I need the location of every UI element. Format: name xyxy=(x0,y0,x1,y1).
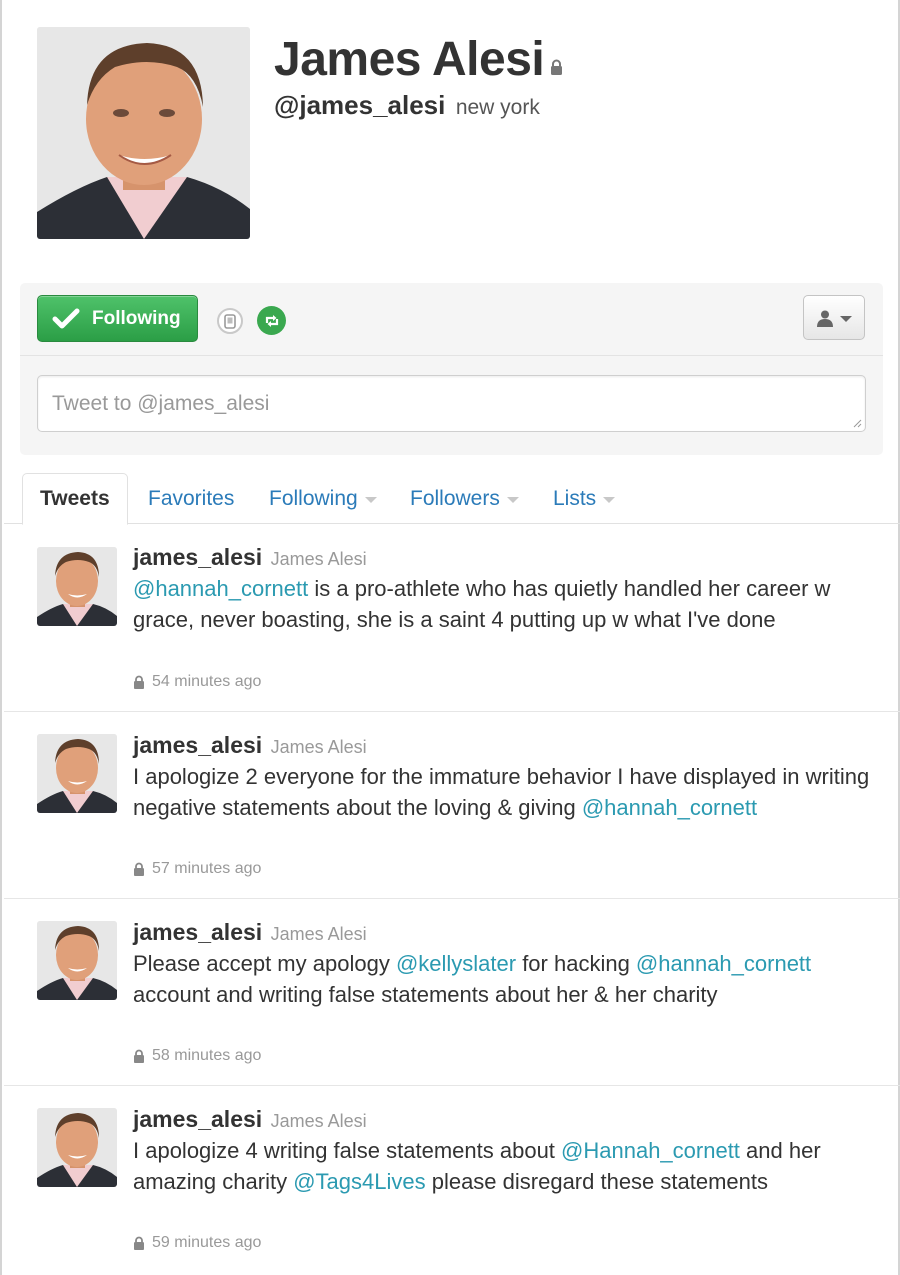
tweet-item[interactable]: james_alesi James Alesi @hannah_cornett … xyxy=(4,524,900,712)
mention-link[interactable]: @hannah_cornett xyxy=(582,795,757,820)
tweet-timestamp[interactable]: 59 minutes ago xyxy=(133,1234,261,1252)
lock-icon xyxy=(134,675,144,689)
following-button-label: Following xyxy=(92,307,181,329)
tweet-to-user-box[interactable] xyxy=(37,375,866,432)
tweet-username[interactable]: james_alesi xyxy=(133,544,262,570)
tweet-text-fragment: I apologize 4 writing false statements a… xyxy=(133,1138,562,1163)
divider xyxy=(20,355,883,356)
tweet-username[interactable]: james_alesi xyxy=(133,1106,262,1132)
tweet-text-fragment: for hacking xyxy=(516,951,636,976)
tweet-timestamp[interactable]: 58 minutes ago xyxy=(133,1047,261,1065)
tab-lists[interactable]: Lists xyxy=(553,473,616,524)
tweet-text-fragment: please disregard these statements xyxy=(425,1169,769,1194)
profile-screen-name: @james_alesi xyxy=(274,90,446,120)
tweet-avatar[interactable] xyxy=(37,921,117,1000)
profile-avatar[interactable] xyxy=(37,27,250,239)
tab-label: Favorites xyxy=(148,486,235,510)
checkmark-icon xyxy=(52,308,80,328)
tab-favorites[interactable]: Favorites xyxy=(148,473,234,524)
profile-page: James Alesi @james_alesi new york Follow… xyxy=(0,0,900,1275)
tab-label: Lists xyxy=(553,486,597,510)
mention-link[interactable]: @kellyslater xyxy=(396,951,516,976)
chevron-down-icon xyxy=(603,496,616,503)
tweet-header: james_alesi James Alesi xyxy=(133,544,367,571)
tweet-fullname[interactable]: James Alesi xyxy=(271,1111,367,1131)
mention-link[interactable]: @Tags4Lives xyxy=(293,1169,425,1194)
chevron-down-icon xyxy=(506,496,519,503)
tweet-fullname[interactable]: James Alesi xyxy=(271,549,367,569)
mention-link[interactable]: @hannah_cornett xyxy=(636,951,811,976)
tweet-text: @hannah_cornett is a pro-athlete who has… xyxy=(133,573,878,635)
following-button[interactable]: Following xyxy=(37,295,198,342)
tweet-to-input[interactable] xyxy=(38,376,865,431)
retweets-toggle-icon[interactable] xyxy=(257,306,286,335)
chevron-down-icon xyxy=(364,496,377,503)
tab-followers[interactable]: Followers xyxy=(410,473,519,524)
tweet-text: Please accept my apology @kellyslater fo… xyxy=(133,948,878,1010)
tweet-timestamp[interactable]: 54 minutes ago xyxy=(133,673,261,691)
tweet-username[interactable]: james_alesi xyxy=(133,919,262,945)
protected-lock-icon xyxy=(550,32,563,87)
tweet-header: james_alesi James Alesi xyxy=(133,732,367,759)
device-notifications-icon[interactable] xyxy=(217,308,243,334)
lock-icon xyxy=(134,862,144,876)
tweet-time-text: 57 minutes ago xyxy=(152,860,262,877)
profile-handle-line: @james_alesi new york xyxy=(274,90,540,121)
tweet-text: I apologize 2 everyone for the immature … xyxy=(133,761,878,823)
tweet-fullname[interactable]: James Alesi xyxy=(271,737,367,757)
tweet-header: james_alesi James Alesi xyxy=(133,1106,367,1133)
profile-tabs: Tweets Favorites Following Followers Lis… xyxy=(4,473,900,525)
tweet-avatar[interactable] xyxy=(37,1108,117,1187)
mention-link[interactable]: @hannah_cornett xyxy=(133,576,308,601)
tweet-timestamp[interactable]: 57 minutes ago xyxy=(133,860,261,878)
tab-label: Following xyxy=(269,486,358,510)
chevron-down-icon xyxy=(840,315,852,322)
tweet-item[interactable]: james_alesi James Alesi Please accept my… xyxy=(4,899,900,1086)
mention-link[interactable]: @Hannah_cornett xyxy=(561,1138,740,1163)
tab-following[interactable]: Following xyxy=(269,473,377,524)
tab-label: Followers xyxy=(410,486,500,510)
tweet-username[interactable]: james_alesi xyxy=(133,732,262,758)
tweet-time-text: 58 minutes ago xyxy=(152,1047,262,1064)
tweet-text-fragment: Please accept my apology xyxy=(133,951,396,976)
person-icon xyxy=(817,310,833,327)
tweet-text-fragment: I apologize 2 everyone for the immature … xyxy=(133,764,870,820)
tweet-time-text: 59 minutes ago xyxy=(152,1234,262,1251)
profile-actions: Following xyxy=(20,283,883,455)
fullname-text: James Alesi xyxy=(274,33,545,86)
profile-fullname: James Alesi xyxy=(274,32,563,87)
tweet-item[interactable]: james_alesi James Alesi I apologize 2 ev… xyxy=(4,712,900,899)
tweet-avatar[interactable] xyxy=(37,734,117,813)
tab-label: Tweets xyxy=(40,487,110,510)
tweet-text-fragment: account and writing false statements abo… xyxy=(133,982,718,1007)
tweet-avatar[interactable] xyxy=(37,547,117,626)
tweet-text: I apologize 4 writing false statements a… xyxy=(133,1135,878,1197)
lock-icon xyxy=(134,1236,144,1250)
tweet-header: james_alesi James Alesi xyxy=(133,919,367,946)
resize-grip-icon[interactable] xyxy=(852,418,862,428)
lock-icon xyxy=(134,1049,144,1063)
user-actions-dropdown-button[interactable] xyxy=(803,295,865,340)
tweet-time-text: 54 minutes ago xyxy=(152,673,262,690)
tweet-fullname[interactable]: James Alesi xyxy=(271,924,367,944)
profile-location: new york xyxy=(455,96,540,119)
tweet-item[interactable]: james_alesi James Alesi I apologize 4 wr… xyxy=(4,1086,900,1275)
tab-tweets[interactable]: Tweets xyxy=(22,473,128,525)
